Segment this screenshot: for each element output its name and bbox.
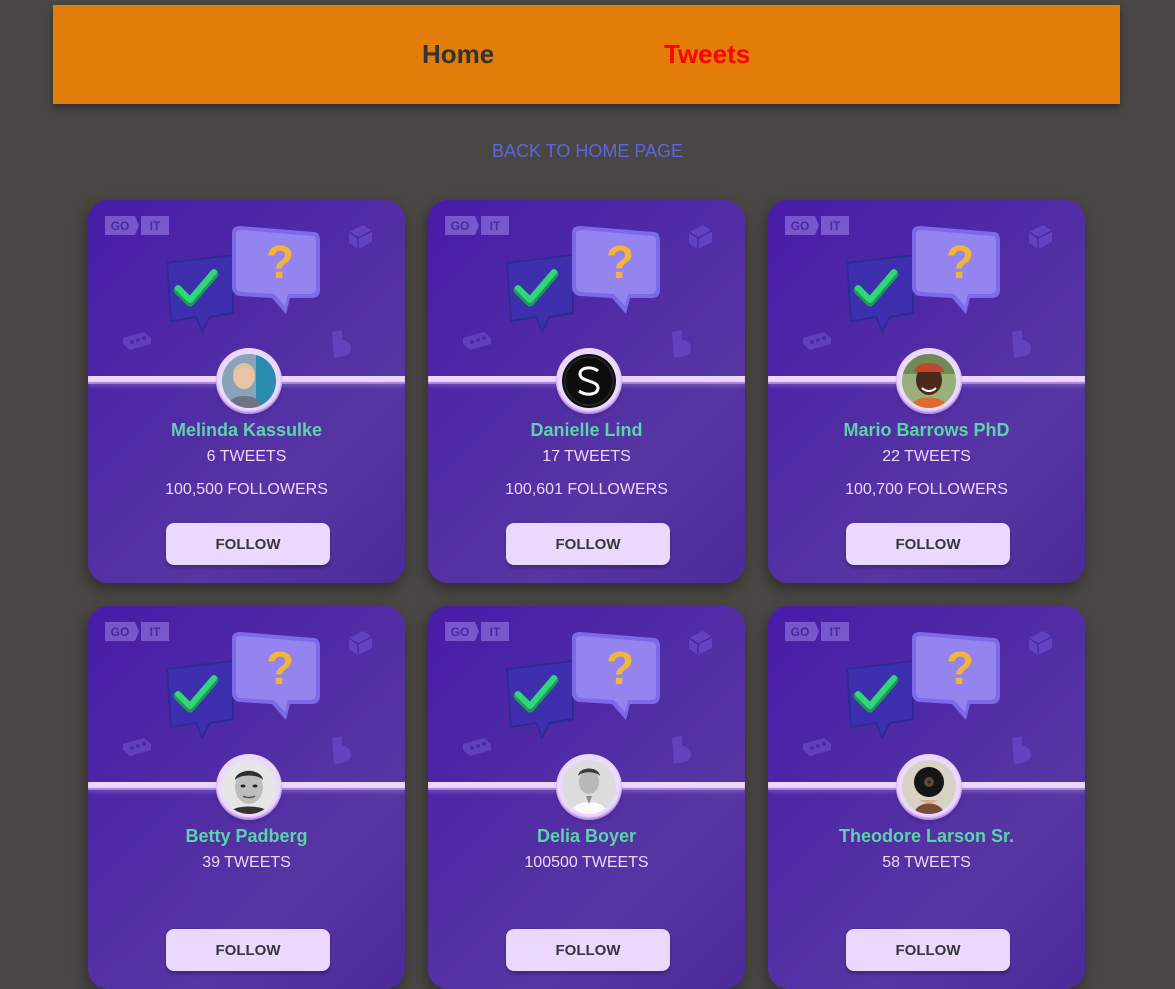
goit-logo-icon: GO IT bbox=[785, 216, 849, 235]
user-name: Delia Boyer bbox=[536, 826, 637, 846]
logo-s-icon bbox=[562, 354, 616, 408]
decor-cube-icon bbox=[1028, 631, 1053, 655]
person-photo-icon bbox=[902, 354, 956, 408]
svg-text:GO: GO bbox=[111, 625, 130, 639]
user-name: Mario Barrows PhD bbox=[843, 420, 1010, 440]
avatar-frame bbox=[216, 348, 282, 414]
svg-text:IT: IT bbox=[490, 219, 501, 233]
followers-count: 100,601 FOLLOWERS bbox=[505, 481, 668, 498]
tweets-count: 17 TWEETS bbox=[542, 448, 631, 465]
tweets-count: 100500 TWEETS bbox=[524, 854, 649, 871]
followers-count: 100,700 FOLLOWERS bbox=[845, 481, 1008, 498]
follow-button[interactable]: FOLLOW bbox=[166, 523, 330, 565]
back-to-home-link[interactable]: BACK TO HOME PAGE bbox=[0, 141, 1175, 162]
tweets-count: 22 TWEETS bbox=[882, 448, 971, 465]
decor-shape-icon bbox=[332, 736, 351, 764]
person-photo-icon bbox=[562, 760, 616, 814]
decor-dots-bubble-icon bbox=[803, 738, 831, 756]
question-check-bubbles-icon: ? bbox=[506, 226, 660, 334]
decor-shape-icon bbox=[672, 736, 691, 764]
decor-dots-bubble-icon bbox=[123, 332, 151, 350]
decor-dots-bubble-icon bbox=[463, 332, 491, 350]
decor-shape-icon bbox=[1012, 330, 1031, 358]
user-card-2: GO IT ? Danielle Lind 17 TWEETS 100,601 … bbox=[428, 200, 745, 583]
tweets-count: 6 TWEETS bbox=[206, 448, 287, 465]
top-nav: Home Tweets bbox=[53, 5, 1120, 104]
svg-text:IT: IT bbox=[830, 219, 841, 233]
followers-count: 100,500 FOLLOWERS bbox=[165, 481, 328, 498]
follow-button[interactable]: FOLLOW bbox=[846, 929, 1010, 971]
goit-logo-icon: GO IT bbox=[445, 622, 509, 641]
user-name: Theodore Larson Sr. bbox=[838, 826, 1015, 846]
goit-logo-icon: GO IT bbox=[445, 216, 509, 235]
question-check-bubbles-icon: ? bbox=[846, 226, 1000, 334]
follow-button[interactable]: FOLLOW bbox=[506, 929, 670, 971]
svg-text:?: ? bbox=[606, 236, 634, 288]
person-photo-icon bbox=[902, 760, 956, 814]
svg-text:GO: GO bbox=[111, 219, 130, 233]
decor-cube-icon bbox=[348, 225, 373, 249]
svg-text:?: ? bbox=[606, 642, 634, 694]
decor-shape-icon bbox=[1012, 736, 1031, 764]
svg-text:GO: GO bbox=[451, 219, 470, 233]
decor-dots-bubble-icon bbox=[123, 738, 151, 756]
decor-shape-icon bbox=[672, 330, 691, 358]
svg-text:?: ? bbox=[266, 236, 294, 288]
user-name: Danielle Lind bbox=[530, 420, 643, 440]
decor-cube-icon bbox=[1028, 225, 1053, 249]
goit-logo-icon: GO IT bbox=[105, 216, 169, 235]
follow-button[interactable]: FOLLOW bbox=[506, 523, 670, 565]
question-check-bubbles-icon: ? bbox=[166, 632, 320, 740]
decor-dots-bubble-icon bbox=[803, 332, 831, 350]
user-card-3: GO IT ? Mario Barrows PhD 22 TWEETS 100,… bbox=[768, 200, 1085, 583]
avatar-frame bbox=[556, 754, 622, 820]
svg-text:?: ? bbox=[946, 236, 974, 288]
question-check-bubbles-icon: ? bbox=[506, 632, 660, 740]
decor-cube-icon bbox=[688, 225, 713, 249]
nav-tweets-link[interactable]: Tweets bbox=[664, 5, 750, 104]
user-card-6: GO IT ? Theodore Larson Sr. 58 TWEETS FO… bbox=[768, 606, 1085, 989]
follow-button[interactable]: FOLLOW bbox=[166, 929, 330, 971]
decor-shape-icon bbox=[332, 330, 351, 358]
decor-cube-icon bbox=[688, 631, 713, 655]
user-card-4: GO IT ? Betty Padberg 39 TWEETS FOLLOW bbox=[88, 606, 405, 989]
svg-text:?: ? bbox=[266, 642, 294, 694]
user-name: Betty Padberg bbox=[185, 826, 308, 846]
goit-logo-icon: GO IT bbox=[785, 622, 849, 641]
user-card-5: GO IT ? Delia Boyer 100500 TWEETS FOLLOW bbox=[428, 606, 745, 989]
svg-text:GO: GO bbox=[791, 219, 810, 233]
question-check-bubbles-icon: ? bbox=[846, 632, 1000, 740]
goit-logo-icon: GO IT bbox=[105, 622, 169, 641]
nav-home-link[interactable]: Home bbox=[422, 5, 494, 104]
user-card-1: GO IT ? Melinda Kassulke 6 TWEETS 100,50… bbox=[88, 200, 405, 583]
svg-text:IT: IT bbox=[150, 219, 161, 233]
avatar-frame bbox=[896, 754, 962, 820]
svg-text:?: ? bbox=[946, 642, 974, 694]
person-photo-icon bbox=[222, 760, 276, 814]
avatar-frame bbox=[556, 348, 622, 414]
avatar-frame bbox=[216, 754, 282, 820]
svg-text:GO: GO bbox=[791, 625, 810, 639]
decor-cube-icon bbox=[348, 631, 373, 655]
svg-text:IT: IT bbox=[150, 625, 161, 639]
question-check-bubbles-icon: ? bbox=[166, 226, 320, 334]
svg-text:IT: IT bbox=[830, 625, 841, 639]
tweets-count: 58 TWEETS bbox=[882, 854, 971, 871]
decor-dots-bubble-icon bbox=[463, 738, 491, 756]
person-photo-icon bbox=[222, 354, 276, 408]
svg-text:GO: GO bbox=[451, 625, 470, 639]
tweets-count: 39 TWEETS bbox=[202, 854, 291, 871]
avatar-frame bbox=[896, 348, 962, 414]
user-name: Melinda Kassulke bbox=[170, 420, 323, 440]
svg-text:IT: IT bbox=[490, 625, 501, 639]
follow-button[interactable]: FOLLOW bbox=[846, 523, 1010, 565]
